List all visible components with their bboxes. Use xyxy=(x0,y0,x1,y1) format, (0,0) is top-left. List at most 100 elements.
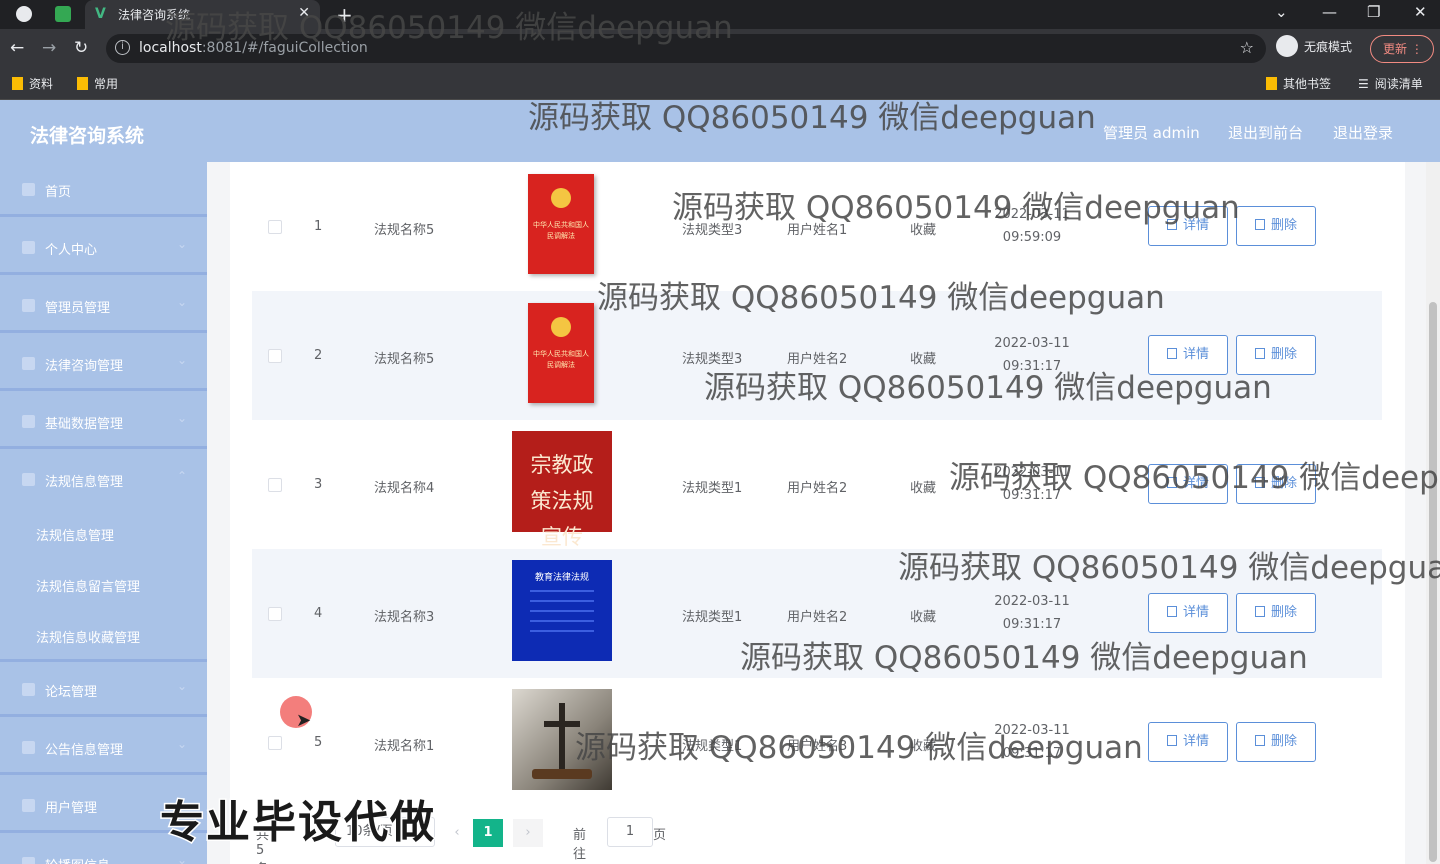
gavel-shape xyxy=(532,769,592,779)
other-bookmarks[interactable]: 其他书签 xyxy=(1266,75,1331,92)
row-checkbox[interactable] xyxy=(268,478,282,492)
mouse-cursor-icon: ➤ xyxy=(296,710,312,731)
regulation-name: 法规名称1 xyxy=(374,739,435,754)
cross-shape xyxy=(559,703,565,778)
sidebar-item-regulations[interactable]: 法规信息管理 ⌃ xyxy=(0,452,207,507)
bookmark-folder-2[interactable]: 常用 xyxy=(77,75,118,92)
trash-icon xyxy=(1254,348,1265,359)
update-button[interactable]: 更新 ⋮ xyxy=(1370,35,1434,63)
detail-label: 详情 xyxy=(1182,347,1209,362)
tab-search-icon[interactable]: ⌄ xyxy=(1275,3,1288,21)
delete-label: 删除 xyxy=(1270,218,1297,233)
sidebar-item-consult[interactable]: 法律咨询管理 ⌄ xyxy=(0,336,207,391)
regulation-name: 法规名称5 xyxy=(374,352,435,367)
chevron-down-icon: ⌄ xyxy=(176,737,187,751)
regulation-name: 法规名称4 xyxy=(374,481,435,496)
page-number-1[interactable]: 1 xyxy=(473,819,503,847)
chevron-down-icon: ⌄ xyxy=(176,679,187,693)
detail-button[interactable]: 详情 xyxy=(1148,722,1228,762)
row-index: 5 xyxy=(314,735,323,750)
delete-button[interactable]: 删除 xyxy=(1236,593,1316,633)
regulation-cover-image: 教育法律法规 xyxy=(512,560,612,661)
forum-icon xyxy=(22,683,35,696)
pinned-tab-icon[interactable] xyxy=(55,6,71,22)
detail-button[interactable]: 详情 xyxy=(1148,593,1228,633)
watermark-text: 源码获取 QQ86050149 微信deepguan xyxy=(949,460,1440,496)
trash-icon xyxy=(1254,735,1265,746)
row-index: 4 xyxy=(314,606,323,621)
created-time: 2022-03-11 09:31:17 xyxy=(987,590,1077,636)
regulation-name: 法规名称5 xyxy=(374,223,435,238)
delete-button[interactable]: 删除 xyxy=(1236,206,1316,246)
close-window-icon[interactable]: ✕ xyxy=(1414,3,1427,21)
sidebar-item-home[interactable]: 首页 xyxy=(0,162,207,217)
folder-icon xyxy=(12,77,23,90)
row-checkbox[interactable] xyxy=(268,220,282,234)
bookmark-star-icon[interactable]: ☆ xyxy=(1240,38,1254,57)
sidebar-item-label: 管理员管理 xyxy=(45,301,111,316)
sidebar-item-profile[interactable]: 个人中心 ⌄ xyxy=(0,220,207,275)
reading-list-label: 阅读清单 xyxy=(1374,77,1423,91)
watermark-text: 源码获取 QQ86050149 微信deepguan xyxy=(528,100,1096,136)
sidebar-item-forum[interactable]: 论坛管理 ⌄ xyxy=(0,662,207,717)
watermark-text: 源码获取 QQ86050149 微信deepguan xyxy=(898,550,1440,586)
sidebar-item-notices[interactable]: 公告信息管理 ⌄ xyxy=(0,720,207,775)
doc-icon xyxy=(22,473,35,486)
vue-favicon-icon: V xyxy=(95,6,106,22)
user-name: 用户姓名2 xyxy=(787,610,848,625)
other-bookmarks-label: 其他书签 xyxy=(1283,77,1332,91)
regulation-type: 法规类型1 xyxy=(682,610,743,625)
chevron-down-icon: ⌄ xyxy=(176,853,187,864)
browser-menu-icon[interactable] xyxy=(16,6,32,22)
slide-line xyxy=(530,620,594,622)
emblem-icon xyxy=(551,317,571,337)
bookmark-folder-1[interactable]: 资料 xyxy=(12,75,53,92)
forward-icon[interactable]: → xyxy=(42,38,56,58)
watermark-text: 源码获取 QQ86050149 微信deepguan xyxy=(575,730,1143,766)
row-index: 3 xyxy=(314,477,323,492)
detail-label: 详情 xyxy=(1182,605,1209,620)
sidebar-item-label: 法规信息管理 xyxy=(45,475,124,490)
incognito-indicator[interactable]: 无痕模式 xyxy=(1276,35,1352,57)
delete-label: 删除 xyxy=(1270,347,1297,362)
logout-link[interactable]: 退出登录 xyxy=(1333,122,1393,143)
back-icon[interactable]: ← xyxy=(10,38,24,58)
promo-banner: 专业毕设代做 xyxy=(159,796,436,850)
regulation-cover-image: 中华人民共和国人民调解法 xyxy=(528,303,594,403)
row-checkbox[interactable] xyxy=(268,607,282,621)
watermark-text: 源码获取 QQ86050149 微信deepguan xyxy=(704,370,1272,406)
site-info-icon[interactable]: i xyxy=(115,40,130,55)
reload-icon[interactable]: ↻ xyxy=(74,38,88,58)
page-scrollbar[interactable] xyxy=(1426,162,1440,864)
minimize-icon[interactable]: — xyxy=(1322,3,1337,21)
delete-button[interactable]: 删除 xyxy=(1236,722,1316,762)
prev-page-icon[interactable]: ‹ xyxy=(442,819,472,847)
row-index: 1 xyxy=(314,219,323,234)
action-type: 收藏 xyxy=(910,610,937,625)
sidebar-item-label: 轮播图信息 xyxy=(45,855,110,864)
next-page-icon[interactable]: › xyxy=(513,819,543,847)
admin-icon xyxy=(22,299,35,312)
slide-line xyxy=(530,590,594,592)
row-checkbox[interactable] xyxy=(268,349,282,363)
sidebar-subitem-regulation-info[interactable]: 法规信息管理 xyxy=(0,507,207,557)
sidebar-item-label: 论坛管理 xyxy=(45,685,98,700)
created-clock: 09:59:09 xyxy=(1002,230,1062,245)
incognito-label: 无痕模式 xyxy=(1304,39,1353,54)
bookmark-label: 常用 xyxy=(94,77,119,91)
sidebar-item-label: 公告信息管理 xyxy=(45,743,124,758)
goto-page-input[interactable]: 1 xyxy=(607,817,653,847)
reading-list[interactable]: ☰ 阅读清单 xyxy=(1358,75,1423,92)
row-checkbox[interactable] xyxy=(268,736,282,750)
maximize-icon[interactable]: ❐ xyxy=(1367,3,1380,21)
created-date: 2022-03-11 xyxy=(994,594,1070,609)
exit-to-frontend-link[interactable]: 退出到前台 xyxy=(1228,122,1303,143)
document-icon xyxy=(1166,348,1177,359)
sidebar-item-admins[interactable]: 管理员管理 ⌄ xyxy=(0,278,207,333)
app-logo: 法律咨询系统 xyxy=(30,125,145,147)
sidebar-subitem-regulation-favorites[interactable]: 法规信息收藏管理 xyxy=(0,609,207,662)
regulation-name: 法规名称3 xyxy=(374,610,435,625)
sidebar-item-basedata[interactable]: 基础数据管理 ⌄ xyxy=(0,394,207,449)
sidebar-subitem-regulation-comments[interactable]: 法规信息留言管理 xyxy=(0,558,207,608)
chevron-up-icon: ⌃ xyxy=(176,469,187,483)
